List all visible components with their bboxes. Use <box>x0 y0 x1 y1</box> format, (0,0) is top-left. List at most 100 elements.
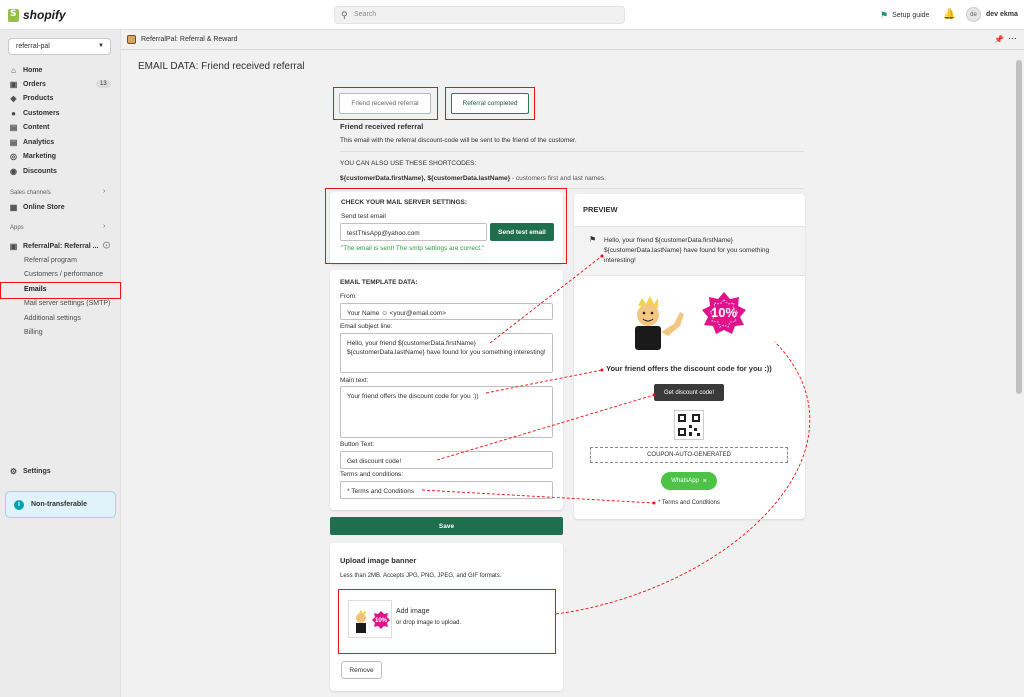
sidebar-item-label: Marketing <box>23 153 57 160</box>
chevron-right-icon[interactable]: › <box>103 188 105 195</box>
sidebar-item-label: Analytics <box>23 139 55 146</box>
mail-check-title: CHECK YOUR MAIL SERVER SETTINGS: <box>341 199 468 206</box>
sidebar-item-label: Orders <box>23 81 46 88</box>
save-button[interactable]: Save <box>330 517 563 535</box>
more-options-icon[interactable]: ⋯ <box>1008 33 1017 44</box>
tab-friend-received-referral[interactable]: Friend received referral <box>339 93 431 114</box>
sidebar-subitem-customers-performance[interactable]: Customers / performance <box>24 271 103 278</box>
test-email-field[interactable]: testThisApp@yahoo.com <box>340 223 487 241</box>
tab-referral-completed[interactable]: Referral completed <box>451 93 529 114</box>
preview-terms: * Terms and Conditions <box>658 500 720 506</box>
qr-code-icon <box>674 410 704 440</box>
sidebar-item-online-store[interactable]: ▦ Online Store <box>9 203 65 212</box>
orders-count-badge: 13 <box>96 80 111 88</box>
pin-icon[interactable]: 📌 <box>994 35 1004 44</box>
success-message: "The email is sent! The smtp settings ar… <box>341 245 485 252</box>
app-icon: ▣ <box>9 242 18 251</box>
content-icon: ▤ <box>9 123 18 132</box>
search-input[interactable]: ⚲ Search <box>334 6 625 24</box>
coupon-code: COUPON-AUTO-GENERATED <box>590 447 788 463</box>
section-description: This email with the referral discount-co… <box>340 137 577 144</box>
flag-icon: ⚑ <box>589 235 597 244</box>
referralpal-app-icon <box>127 35 136 44</box>
store-selector[interactable]: referral-pal ▼ <box>8 38 111 55</box>
upload-description: Less than 2MB. Accepts JPG, PNG, JPEG, a… <box>340 573 502 579</box>
divider <box>340 151 804 152</box>
send-test-email-button[interactable]: Send test email <box>490 223 554 241</box>
sidebar-subitem-referral-program[interactable]: Referral program <box>24 257 77 264</box>
sidebar-item-label: Discounts <box>23 168 57 175</box>
sidebar-item-analytics[interactable]: ▤ Analytics <box>9 138 54 147</box>
sidebar-subitem-additional-settings[interactable]: Additional settings <box>24 315 81 322</box>
send-test-label: Send test email <box>341 213 386 220</box>
app-title: ReferralPal: Referral & Reward <box>141 36 238 43</box>
preview-badge-text: 10% <box>711 305 737 320</box>
shortcodes-codes: ${customerData.firstName}, ${customerDat… <box>340 175 511 182</box>
target-icon: ◎ <box>10 152 17 161</box>
chevron-down-icon: ▼ <box>98 43 104 49</box>
discount-icon: ◉ <box>10 167 17 176</box>
subject-field[interactable]: Hello, your friend ${customerData.firstN… <box>340 333 553 373</box>
scrollbar-thumb[interactable] <box>1016 60 1022 394</box>
sidebar-subitem-billing[interactable]: Billing <box>24 329 43 336</box>
non-transferable-banner[interactable]: i Non-transferable <box>5 491 116 518</box>
chevron-right-icon[interactable]: › <box>103 223 105 230</box>
person-icon: ● <box>11 109 16 118</box>
pin-icon[interactable]: ⨀ <box>103 241 110 249</box>
whatsapp-label: WhatsApp <box>671 478 699 484</box>
sidebar-item-home[interactable]: ⌂ Home <box>9 66 42 75</box>
from-field[interactable]: Your Name ☺ <your@email.com> <box>340 303 553 320</box>
from-label: From: <box>340 293 357 300</box>
sidebar-item-content[interactable]: ▤ Content <box>9 123 50 132</box>
sidebar-item-orders[interactable]: ▣ Orders <box>9 80 46 89</box>
preview-main-text: Your friend offers the discount code for… <box>606 364 772 373</box>
sidebar-item-label: ReferralPal: Referral ... <box>23 243 99 250</box>
user-name[interactable]: dev ekma <box>986 11 1018 18</box>
main-text-field[interactable]: Your friend offers the discount code for… <box>340 386 553 438</box>
remove-button[interactable]: Remove <box>341 661 382 679</box>
store-name: referral-pal <box>16 43 50 50</box>
apps-heading: Apps <box>10 225 24 231</box>
brand-name: shopify <box>23 8 66 22</box>
store-icon: ▦ <box>9 203 18 212</box>
search-icon: ⚲ <box>341 10 348 20</box>
setup-guide-label: Setup guide <box>892 12 930 19</box>
whatsapp-share-button: WhatsApp ⪤ <box>661 472 717 490</box>
bell-icon[interactable]: 🔔 <box>943 9 955 20</box>
sidebar-item-label: Home <box>23 67 43 74</box>
shortcodes-line: ${customerData.firstName}, ${customerDat… <box>340 175 606 182</box>
banner-thumbnail-image: 10% <box>356 610 390 633</box>
sidebar-item-products[interactable]: ◈ Products <box>9 94 53 103</box>
sidebar-item-marketing[interactable]: ◎ Marketing <box>9 152 56 161</box>
page-title: EMAIL DATA: Friend received referral <box>138 61 305 72</box>
from-email: <your@email.com> <box>389 310 446 317</box>
search-placeholder: Search <box>354 11 377 18</box>
section-title: Friend received referral <box>340 122 424 131</box>
from-name: Your Name <box>347 310 380 317</box>
shopify-logo[interactable]: shopify <box>8 8 66 22</box>
tag-icon: ◈ <box>10 94 17 103</box>
sidebar-item-settings[interactable]: ⚙ Settings <box>9 467 51 476</box>
sidebar-item-discounts[interactable]: ◉ Discounts <box>9 167 57 176</box>
preview-subject: Hello, your friend ${customerData.firstN… <box>604 237 770 264</box>
sidebar-subitem-mail-server-settings[interactable]: Mail server settings (SMTP) <box>24 300 110 307</box>
sidebar-item-label: Content <box>23 124 50 131</box>
button-text-field[interactable]: Get discount code! <box>340 451 553 469</box>
add-image-label[interactable]: Add image <box>396 608 429 615</box>
person-icon: ☺ <box>381 310 388 317</box>
drop-hint: or drop image to upload. <box>396 620 462 626</box>
terms-field[interactable]: * Terms and Conditions <box>340 481 553 499</box>
avatar[interactable]: de <box>966 7 981 22</box>
sidebar-item-referralpal[interactable]: ▣ ReferralPal: Referral ... <box>9 242 99 251</box>
gear-icon: ⚙ <box>9 467 18 476</box>
qr-code-graphic <box>678 414 700 436</box>
setup-guide-link[interactable]: ⚑ Setup guide <box>880 10 929 21</box>
sidebar-item-label: Customers <box>23 110 60 117</box>
sidebar-item-label: Online Store <box>23 204 65 211</box>
sidebar-item-customers[interactable]: ● Customers <box>9 109 60 118</box>
orders-icon: ▣ <box>9 80 18 89</box>
sidebar-item-label: Products <box>23 95 54 102</box>
share-icon: ⪤ <box>702 477 707 484</box>
preview-banner-image: 10% <box>635 292 746 350</box>
top-bar: shopify ⚲ Search ⚑ Setup guide 🔔 de dev … <box>0 0 1024 30</box>
